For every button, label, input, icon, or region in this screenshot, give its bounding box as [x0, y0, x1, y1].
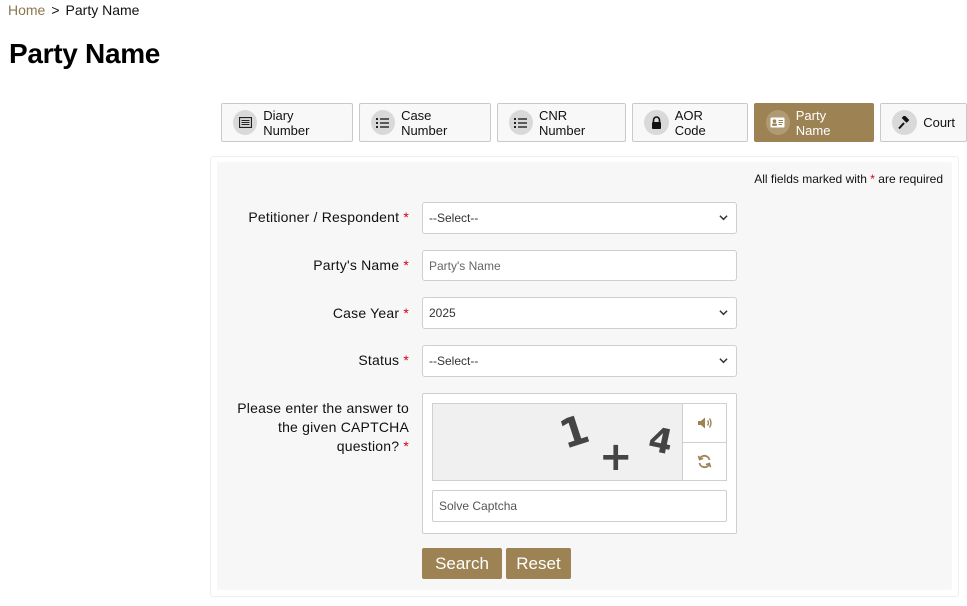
required-note-suffix: are required — [878, 172, 943, 186]
tab-party-name[interactable]: Party Name — [753, 103, 875, 142]
lock-icon — [644, 110, 669, 135]
captcha-operator: + — [599, 434, 633, 480]
search-button[interactable]: Search — [422, 548, 502, 579]
captcha-controls — [682, 403, 727, 481]
petitioner-respondent-select[interactable]: --Select-- — [422, 202, 737, 234]
captcha-image: 1 + 4 — [432, 403, 683, 481]
tab-label: AOR Code — [674, 107, 706, 138]
required-star: * — [403, 257, 409, 273]
required-star: * — [403, 209, 409, 225]
case-year-label: Case Year * — [333, 304, 409, 323]
captcha-label-line: Please enter the answer to — [237, 400, 409, 416]
select-value: 2025 — [429, 306, 456, 320]
status-select[interactable]: --Select-- — [422, 345, 737, 377]
select-value: --Select-- — [429, 354, 479, 368]
captcha-label-line: the given CAPTCHA — [277, 419, 409, 435]
captcha-audio-button[interactable] — [683, 404, 726, 442]
required-star: * — [403, 438, 409, 454]
required-fields-note: All fields marked with * are required — [754, 172, 943, 186]
id-card-icon — [765, 110, 790, 135]
chevron-down-icon — [719, 310, 728, 316]
search-tabs: Diary Number Case Number CNR Number AOR … — [221, 103, 967, 142]
speaker-icon — [697, 417, 712, 429]
breadcrumb-home-link[interactable]: Home — [8, 2, 45, 18]
tab-label: Court — [923, 115, 955, 130]
tab-label: Case Number — [401, 107, 448, 138]
search-form: All fields marked with * are required Pe… — [217, 162, 952, 590]
label-text: Status — [358, 352, 400, 368]
chevron-down-icon — [719, 215, 728, 221]
card-icon — [233, 110, 258, 135]
petitioner-respondent-label: Petitioner / Respondent * — [248, 208, 409, 227]
captcha-question-label: Please enter the answer to the given CAP… — [237, 399, 409, 456]
breadcrumb: Home > Party Name — [8, 2, 139, 18]
page-title: Party Name — [9, 38, 161, 69]
label-text: Case Year — [332, 305, 400, 321]
tab-label: CNR Number — [538, 107, 586, 138]
list-icon — [508, 110, 533, 135]
status-label: Status * — [358, 351, 409, 370]
input-placeholder: Party's Name — [429, 258, 501, 273]
refresh-icon — [697, 454, 712, 469]
captcha-refresh-button[interactable] — [683, 442, 726, 480]
tab-diary-number[interactable]: Diary Number — [221, 103, 353, 142]
tab-label: Party Name — [795, 107, 831, 138]
label-text: Petitioner / Respondent — [248, 209, 400, 225]
breadcrumb-separator: > — [51, 2, 60, 18]
captcha-answer-input[interactable]: Solve Captcha — [432, 490, 727, 522]
captcha-digit-a: 1 — [554, 406, 595, 458]
search-form-card: All fields marked with * are required Pe… — [210, 156, 959, 597]
captcha-digit-b: 4 — [645, 419, 676, 463]
reset-button[interactable]: Reset — [506, 548, 571, 579]
gavel-icon — [892, 110, 918, 135]
captcha-label-line: question? — [336, 438, 400, 454]
input-placeholder: Solve Captcha — [439, 499, 518, 513]
tab-label: Diary Number — [263, 107, 310, 138]
required-star: * — [403, 305, 409, 321]
party-name-label: Party's Name * — [313, 256, 409, 275]
tab-court[interactable]: Court — [880, 103, 967, 142]
required-star: * — [870, 172, 875, 186]
chevron-down-icon — [719, 358, 728, 364]
party-name-input[interactable]: Party's Name — [422, 250, 737, 281]
breadcrumb-current: Party Name — [65, 2, 140, 18]
required-star: * — [403, 352, 409, 368]
tab-aor-code[interactable]: AOR Code — [632, 103, 748, 142]
case-year-select[interactable]: 2025 — [422, 297, 737, 329]
select-value: --Select-- — [429, 211, 479, 225]
required-note-prefix: All fields marked with — [754, 172, 867, 186]
list-icon — [370, 110, 396, 135]
tab-cnr-number[interactable]: CNR Number — [496, 103, 627, 142]
captcha-box: 1 + 4 Solve Captcha — [422, 393, 737, 534]
tab-case-number[interactable]: Case Number — [358, 103, 491, 142]
label-text: Party's Name — [313, 257, 400, 273]
